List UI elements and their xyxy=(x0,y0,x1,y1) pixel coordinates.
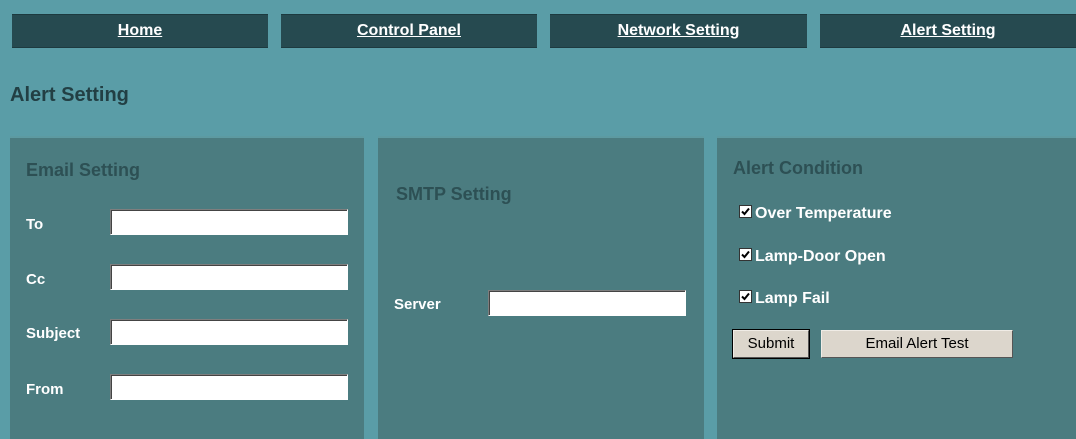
email-setting-title: Email Setting xyxy=(26,160,141,180)
subject-label: Subject xyxy=(26,325,81,342)
condition-label: Lamp Fail xyxy=(755,290,830,307)
checkbox-lamp-door-open[interactable] xyxy=(739,248,752,262)
condition-label: Lamp-Door Open xyxy=(755,248,886,265)
condition-over-temperature[interactable]: Over Temperature xyxy=(739,205,892,223)
page-title: Alert Setting xyxy=(10,84,129,106)
condition-label: Over Temperature xyxy=(755,205,892,222)
from-label: From xyxy=(26,381,64,398)
nav-tab-alert-setting[interactable]: Alert Setting xyxy=(820,14,1076,48)
condition-lamp-door-open[interactable]: Lamp-Door Open xyxy=(739,248,886,266)
from-field[interactable] xyxy=(110,374,348,400)
cc-field[interactable] xyxy=(110,264,348,290)
condition-lamp-fail[interactable]: Lamp Fail xyxy=(739,290,830,308)
checkbox-over-temperature[interactable] xyxy=(739,205,752,219)
checkbox-lamp-fail[interactable] xyxy=(739,290,752,304)
submit-button[interactable]: Submit xyxy=(732,329,810,359)
alert-condition-panel: Alert Condition Over Temperature Lamp-Do… xyxy=(717,136,1076,439)
smtp-setting-title: SMTP Setting xyxy=(396,184,512,204)
alert-condition-title: Alert Condition xyxy=(733,158,863,178)
cc-label: Cc xyxy=(26,271,46,288)
server-label: Server xyxy=(394,296,441,313)
server-field[interactable] xyxy=(488,290,686,316)
to-label: To xyxy=(26,216,44,233)
email-alert-test-button[interactable]: Email Alert Test xyxy=(821,330,1013,358)
nav-tab-control-panel[interactable]: Control Panel xyxy=(281,14,537,48)
nav-tab-network-setting[interactable]: Network Setting xyxy=(550,14,807,48)
to-field[interactable] xyxy=(110,209,348,235)
smtp-setting-panel: SMTP Setting Server xyxy=(378,136,704,439)
subject-field[interactable] xyxy=(110,319,348,345)
nav-tab-home[interactable]: Home xyxy=(12,14,268,48)
email-setting-panel: Email Setting To Cc Subject From xyxy=(10,136,364,439)
